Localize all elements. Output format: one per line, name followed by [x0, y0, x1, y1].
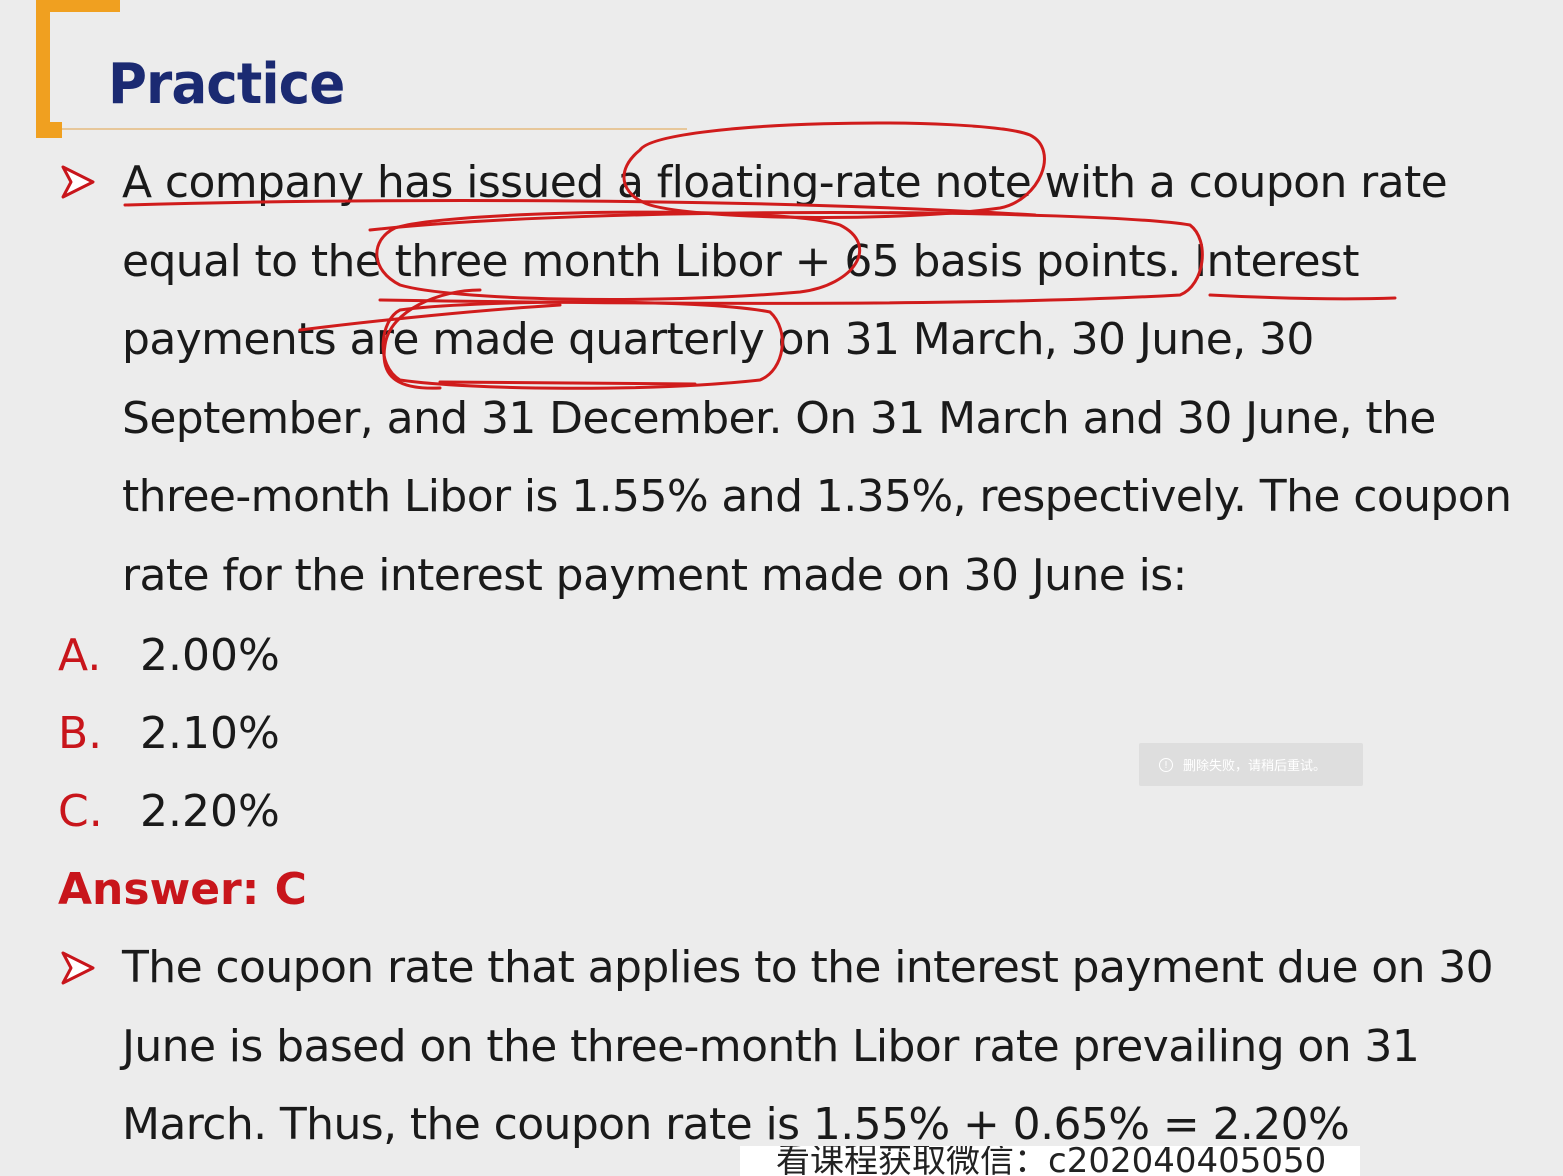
toast-message: 删除失败，请稍后重试。	[1183, 759, 1327, 774]
explanation-line: June is based on the three-month Libor r…	[122, 1020, 1420, 1072]
explanation-line: The coupon rate that applies to the inte…	[122, 942, 1494, 993]
question-text: A company has issued a floating-rate not…	[122, 144, 1512, 615]
bullet-arrow-icon	[61, 165, 95, 199]
title-bracket-foot	[36, 122, 62, 138]
question-line: rate for the interest payment made on 30…	[122, 549, 1187, 601]
explanation-text: The coupon rate that applies to the inte…	[122, 929, 1494, 1165]
watermark-banner: 看课程获取微信：c202040405050	[740, 1146, 1360, 1176]
option-a: A. 2.00%	[58, 626, 280, 686]
option-letter: B.	[58, 708, 103, 759]
option-value: 2.00%	[140, 630, 280, 681]
option-letter: A.	[58, 630, 102, 681]
option-value: 2.20%	[140, 786, 280, 837]
option-c: C. 2.20%	[58, 782, 280, 842]
slide-title: Practice	[108, 52, 345, 117]
toast-notification: ! 删除失败，请稍后重试。	[1139, 743, 1363, 786]
bullet-arrow-icon	[61, 951, 95, 985]
question-line: payments are made quarterly on 31 March,…	[122, 314, 1314, 365]
question-line: A company has issued a floating-rate not…	[122, 157, 1448, 208]
option-value: 2.10%	[140, 708, 280, 759]
option-b: B. 2.10%	[58, 704, 280, 764]
question-line: September, and 31 December. On 31 March …	[122, 392, 1436, 444]
answer-label: Answer: C	[58, 864, 307, 915]
info-icon: !	[1159, 757, 1173, 772]
option-letter: C.	[58, 786, 103, 837]
question-line: equal to the three month Libor + 65 basi…	[122, 235, 1360, 287]
title-underline-rule	[62, 128, 687, 130]
question-line: three-month Libor is 1.55% and 1.35%, re…	[122, 471, 1512, 522]
